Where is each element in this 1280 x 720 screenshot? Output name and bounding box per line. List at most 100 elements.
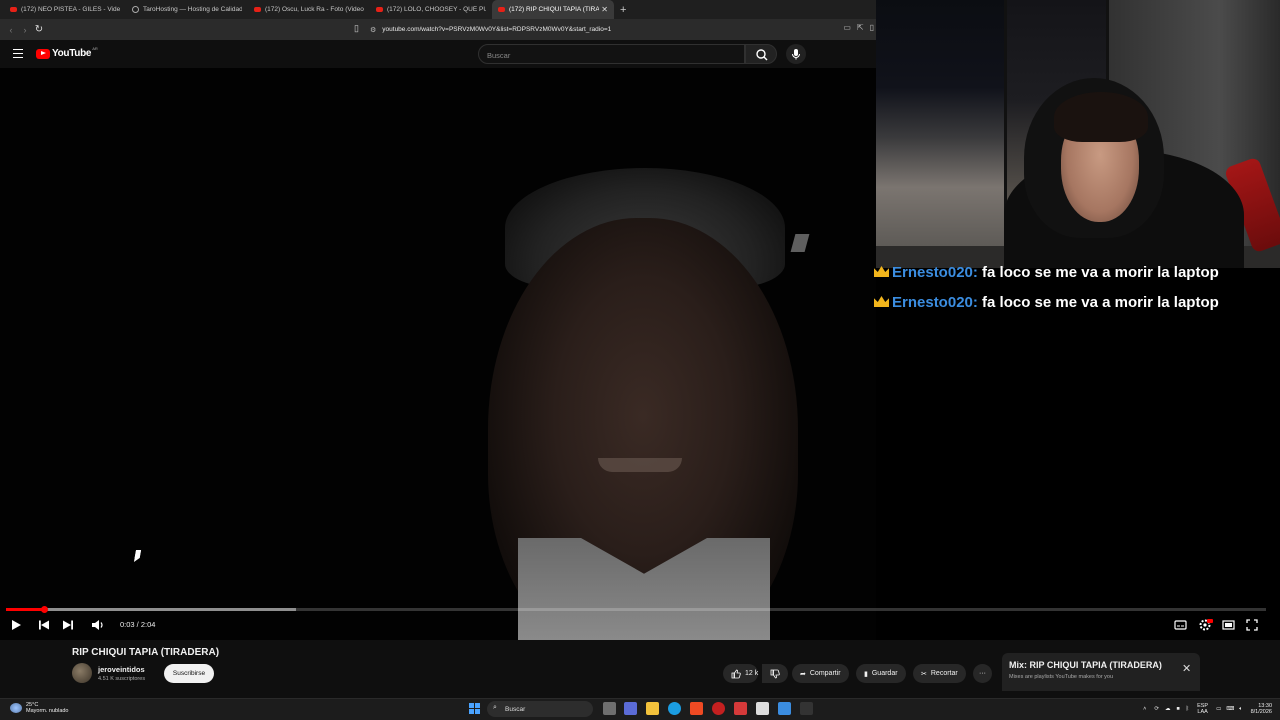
cloud-icon[interactable]: ☁ — [1165, 706, 1171, 712]
buffered-bar — [6, 608, 296, 611]
system-tray: ˄ ⟳ ☁ ■ ᛒ ESP LAA ▭ ⌨ 🔈︎ 13:30 8/1/2026 — [1143, 700, 1280, 718]
weather-widget[interactable]: 25°C Mayorm. nublado — [10, 702, 69, 714]
app-icon[interactable] — [734, 702, 747, 715]
share-arrow-icon: ➦ — [800, 670, 806, 678]
chevron-up-icon[interactable]: ˄ — [1143, 706, 1146, 712]
tab-neo-pistea[interactable]: (172) NEO PISTEA - GILES - Video O — [4, 0, 126, 19]
address-input[interactable]: ⚙ youtube.com/watch?v=PSRVzM0Wv0Y&list=R… — [370, 22, 840, 37]
settings-icon[interactable] — [1198, 618, 1213, 632]
opera-icon[interactable] — [712, 702, 725, 715]
theater-mode-icon[interactable] — [1222, 619, 1235, 631]
logo-country: AR — [92, 46, 98, 51]
copilot-icon[interactable] — [624, 702, 637, 715]
youtube-icon — [10, 7, 17, 12]
tab-lolo-choosey[interactable]: (172) LOLO, CHOOSEY - QUÉ PUEDE — [370, 0, 492, 19]
previous-icon[interactable] — [38, 619, 50, 631]
chat-message: Ernesto020: fa loco se me va a morir la … — [874, 294, 1219, 311]
like-button[interactable]: 12 k — [723, 664, 759, 683]
youtube-icon — [254, 7, 261, 12]
clip-button[interactable]: ✂ Recortar — [913, 664, 966, 683]
windows-start-icon[interactable] — [469, 703, 480, 714]
clock[interactable]: 13:30 8/1/2026 — [1251, 703, 1272, 715]
speaker-icon[interactable]: 🔈︎ — [1239, 706, 1242, 713]
webcam-window-view — [876, 0, 1006, 250]
tab-oscu-luck-ra[interactable]: (172) Oscu, Luck Ra - Foto (Video O — [248, 0, 370, 19]
tab-title: (172) Oscu, Luck Ra - Foto (Video O — [265, 6, 364, 13]
youtube-icon — [376, 7, 383, 12]
address-bar-row: ‹ › ↻ ▯ ⚙ youtube.com/watch?v=PSRVzM0Wv0… — [0, 19, 876, 40]
chat-user: Ernesto020: — [892, 264, 978, 281]
dislike-button[interactable] — [762, 664, 788, 683]
subtitles-icon[interactable] — [1174, 619, 1187, 631]
reload-icon[interactable]: ↻ — [32, 24, 46, 35]
more-icon: ··· — [979, 670, 986, 677]
mix-playlist-panel[interactable]: Mix: RIP CHIQUI TAPIA (TIRADERA) Mixes a… — [1002, 653, 1200, 691]
forward-icon[interactable]: › — [18, 25, 32, 35]
volume-icon[interactable] — [91, 619, 105, 631]
taskbar-search[interactable]: ⌕ Buscar — [487, 701, 593, 717]
youtube-play-icon — [36, 48, 50, 59]
site-info-icon[interactable]: ⚙ — [370, 26, 376, 34]
bookmark-icon[interactable]: ▯ — [354, 23, 359, 34]
capcut-icon[interactable] — [800, 702, 813, 715]
tab-rip-chiqui-tapia[interactable]: (172) RIP CHIQUI TAPIA (TIRA ✕ — [492, 0, 614, 19]
share-button[interactable]: ➦ Compartir — [792, 664, 849, 683]
install-app-icon[interactable]: ▭ — [843, 23, 851, 32]
youtube-logo[interactable]: YouTube AR — [36, 46, 98, 59]
more-actions-button[interactable]: ··· — [973, 664, 992, 683]
video-frame-mouth — [598, 458, 682, 472]
microphone-icon — [792, 49, 800, 60]
back-icon[interactable]: ‹ — [4, 25, 18, 35]
subscribe-button[interactable]: Suscribirse — [164, 664, 214, 683]
chat-message: Ernesto020: fa loco se me va a morir la … — [874, 264, 1219, 281]
new-tab-button[interactable]: + — [620, 4, 626, 16]
fullscreen-icon[interactable] — [1246, 619, 1258, 631]
close-tab-icon[interactable]: ✕ — [601, 5, 608, 14]
language-indicator[interactable]: ESP LAA — [1197, 703, 1208, 715]
extensions-icon[interactable]: ▯ — [870, 23, 874, 32]
photos-icon[interactable] — [778, 702, 791, 715]
channel-name[interactable]: jeroveintidos — [98, 665, 145, 674]
webcam-overlay — [876, 0, 1280, 268]
mix-subtitle: Mixes are playlists YouTube makes for yo… — [1009, 674, 1114, 680]
weather-text: 25°C Mayorm. nublado — [26, 702, 69, 714]
network-icon[interactable]: ⌨ — [1226, 706, 1234, 712]
brave-icon[interactable] — [690, 702, 703, 715]
app-tray-icon[interactable]: ■ — [1176, 706, 1179, 712]
mix-title: Mix: RIP CHIQUI TAPIA (TIRADERA) — [1009, 660, 1162, 670]
display-icon[interactable]: ▭ — [1216, 706, 1221, 712]
play-icon[interactable] — [10, 619, 22, 631]
sync-icon[interactable]: ⟳ — [1154, 706, 1159, 712]
channel-avatar[interactable] — [72, 663, 92, 683]
next-icon[interactable] — [62, 619, 74, 631]
chat-user: Ernesto020: — [892, 294, 978, 311]
voice-search-button[interactable] — [786, 44, 806, 64]
globe-icon — [132, 6, 139, 13]
menu-icon[interactable] — [13, 49, 23, 58]
close-icon[interactable]: ✕ — [1182, 662, 1191, 675]
save-button[interactable]: ▮ Guardar — [856, 664, 906, 683]
progress-bar[interactable] — [6, 606, 1266, 613]
file-explorer-icon[interactable] — [646, 702, 659, 715]
screen: (172) NEO PISTEA - GILES - Video O TaroH… — [0, 0, 1280, 720]
bluetooth-icon[interactable]: ᛒ — [1186, 706, 1189, 712]
scrubber-handle[interactable] — [40, 606, 48, 613]
search-button[interactable] — [745, 44, 777, 64]
tab-title: (172) RIP CHIQUI TAPIA (TIRA — [509, 6, 600, 13]
share-icon[interactable]: ⇱ — [857, 23, 864, 32]
search-input[interactable]: Buscar — [478, 44, 745, 64]
edge-icon[interactable] — [668, 702, 681, 715]
weather-icon — [10, 703, 22, 713]
video-title: RIP CHIQUI TAPIA (TIRADERA) — [72, 647, 220, 658]
video-player[interactable] — [0, 68, 876, 640]
youtube-icon — [498, 7, 505, 12]
clip-label: Recortar — [930, 670, 958, 677]
tab-title: TaroHosting — Hosting de Calidad — [143, 6, 242, 13]
weather-desc: Mayorm. nublado — [26, 708, 69, 714]
task-view-icon[interactable] — [603, 702, 616, 715]
url-text: youtube.com/watch?v=PSRVzM0Wv0Y&list=RDP… — [382, 26, 612, 33]
thumbs-down-icon — [770, 669, 780, 678]
bookmark-icon: ▮ — [864, 670, 868, 678]
notepad-icon[interactable] — [756, 702, 769, 715]
tab-tarohosting[interactable]: TaroHosting — Hosting de Calidad — [126, 0, 248, 19]
